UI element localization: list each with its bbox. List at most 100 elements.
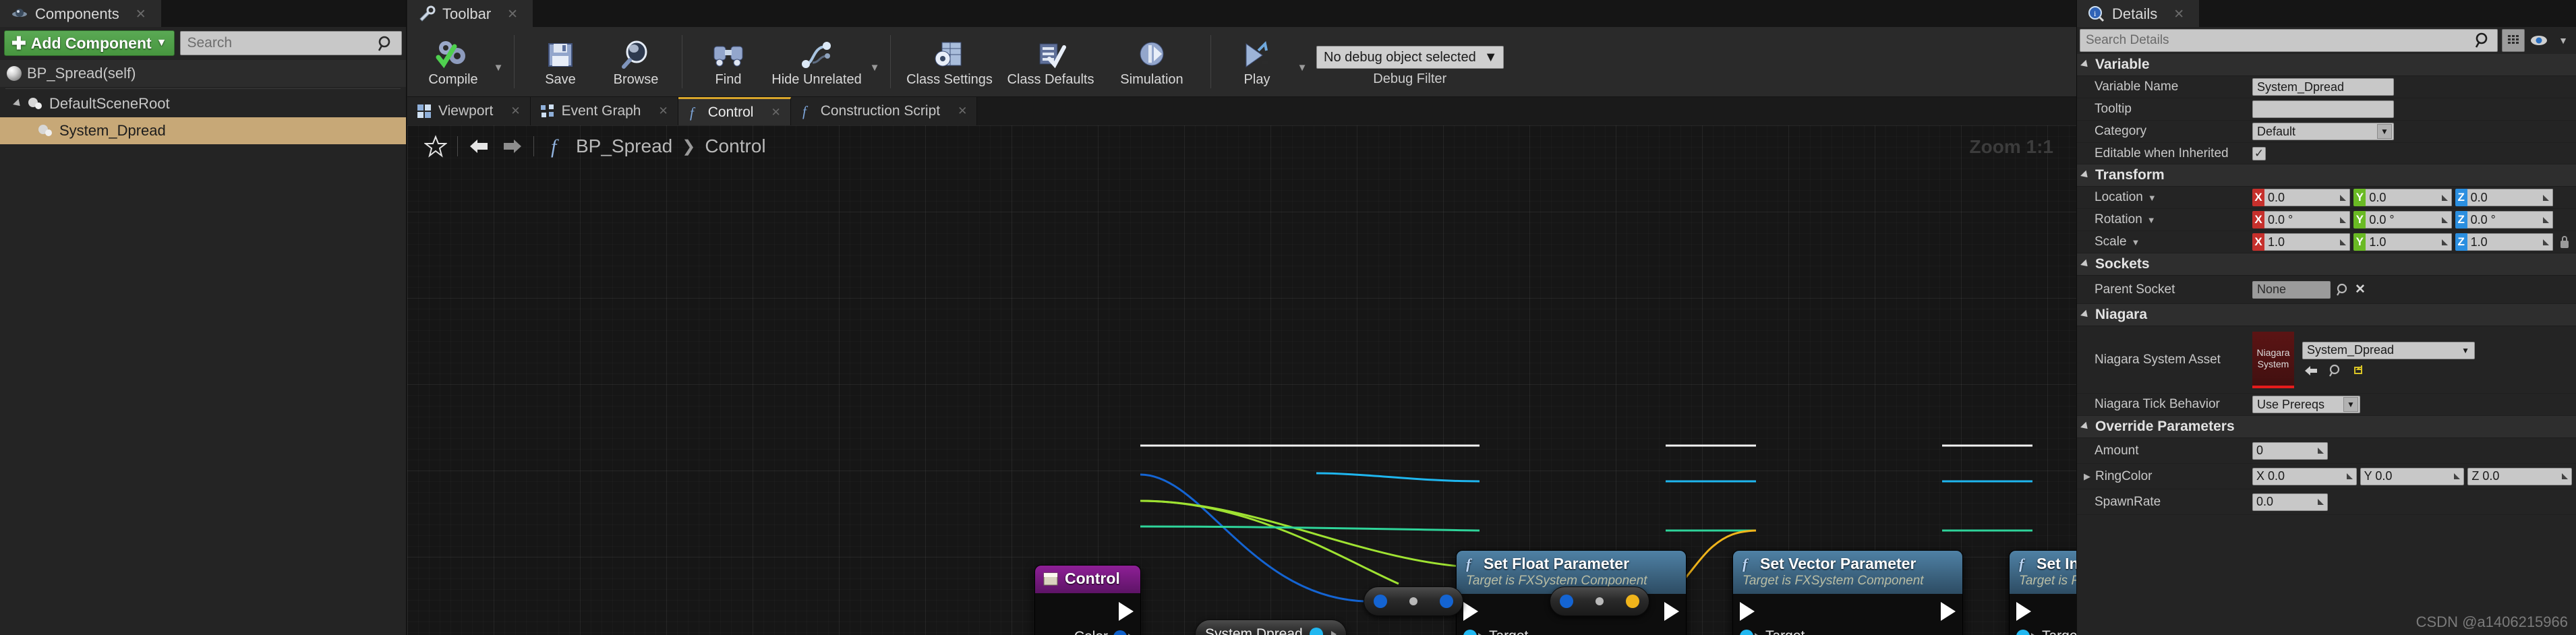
node-conversion-collapsed-2[interactable]: [1550, 586, 1649, 616]
components-search-input[interactable]: Search: [179, 31, 402, 55]
tab-construction-script[interactable]: f Construction Script ✕: [790, 97, 978, 125]
scale-x-input[interactable]: 1.0: [2264, 233, 2351, 251]
save-button[interactable]: Save: [523, 27, 598, 96]
ringcolor-x-input[interactable]: X 0.0: [2252, 467, 2357, 485]
close-icon[interactable]: ✕: [2173, 7, 2184, 22]
chevron-down-icon[interactable]: ▼: [2147, 215, 2156, 225]
tab-control[interactable]: f Control ✕: [678, 97, 791, 125]
close-icon[interactable]: ✕: [658, 104, 668, 118]
simulation-button[interactable]: Simulation: [1101, 27, 1202, 96]
close-icon[interactable]: ✕: [136, 7, 146, 22]
tab-toolbar[interactable]: Toolbar ✕: [407, 0, 533, 27]
breadcrumb-leaf[interactable]: Control: [705, 135, 765, 157]
niagara-asset-select[interactable]: System_Dpread ▼: [2302, 341, 2475, 359]
close-icon[interactable]: ✕: [510, 104, 520, 118]
tab-viewport[interactable]: Viewport ✕: [407, 97, 531, 125]
location-z-input[interactable]: 0.0: [2467, 189, 2553, 206]
niagara-asset-thumbnail[interactable]: Niagara System: [2252, 331, 2294, 388]
scale-z-input[interactable]: 1.0: [2467, 233, 2553, 251]
editable-when-inherited-checkbox[interactable]: ✓: [2252, 146, 2266, 160]
rotation-y-input[interactable]: 0.0 °: [2366, 211, 2452, 229]
chevron-down-icon[interactable]: ▼: [2148, 193, 2157, 203]
node-conversion-collapsed-1[interactable]: [1364, 586, 1463, 616]
details-settings-dropdown-icon[interactable]: ▼: [2553, 29, 2573, 52]
close-icon[interactable]: ✕: [507, 7, 518, 22]
class-defaults-button[interactable]: Class Defaults: [1000, 27, 1101, 96]
exec-out-pin-icon[interactable]: [1941, 602, 1956, 621]
tooltip-input[interactable]: [2252, 100, 2394, 118]
spawnrate-input[interactable]: 0.0: [2252, 493, 2328, 511]
add-component-button[interactable]: ✚ Add Component ▼: [4, 30, 175, 56]
pin-target-in[interactable]: Target: [1733, 625, 1962, 635]
back-button[interactable]: [463, 131, 496, 161]
browse-button[interactable]: Browse: [598, 27, 674, 96]
rotation-x-input[interactable]: 0.0 °: [2264, 211, 2351, 229]
section-sockets-header[interactable]: Sockets: [2077, 253, 2576, 276]
location-x-input[interactable]: 0.0: [2264, 189, 2351, 206]
close-icon[interactable]: ✕: [958, 104, 967, 118]
amount-input[interactable]: 0: [2252, 442, 2328, 460]
compile-dropdown-icon[interactable]: ▼: [491, 27, 506, 96]
reset-to-default-icon[interactable]: [2352, 364, 2366, 377]
pin-exec-out[interactable]: [1035, 597, 1140, 626]
tree-item-bp-spread-self[interactable]: BP_Spread(self): [0, 60, 406, 87]
hide-unrelated-dropdown-icon[interactable]: ▼: [867, 27, 882, 96]
compile-button[interactable]: Compile: [415, 27, 491, 96]
debug-object-select[interactable]: No debug object selected ▼: [1316, 46, 1504, 69]
tab-components[interactable]: Components ✕: [0, 0, 161, 27]
node-control[interactable]: Control Color Breath Rate: [1034, 565, 1141, 635]
class-settings-button[interactable]: Class Settings: [899, 27, 1000, 96]
exec-row[interactable]: [1733, 598, 1962, 625]
exec-in-pin-icon[interactable]: [1740, 602, 1755, 621]
details-visibility-button[interactable]: [2529, 29, 2549, 52]
tree-item-defaultsceneroot[interactable]: DefaultSceneRoot: [0, 90, 406, 117]
pin-color-out[interactable]: Color: [1035, 626, 1140, 635]
details-grid-view-button[interactable]: [2502, 29, 2525, 52]
breadcrumb-root[interactable]: BP_Spread: [576, 135, 672, 157]
expander-triangle-icon[interactable]: ▶: [2084, 471, 2090, 482]
find-button[interactable]: Find: [691, 27, 766, 96]
ringcolor-z-input[interactable]: Z 0.0: [2467, 467, 2573, 485]
section-transform-header[interactable]: Transform: [2077, 164, 2576, 187]
node-set-vector-parameter[interactable]: f Set Vector Parameter Target is FXSyste…: [1732, 550, 1963, 635]
node-icon: [1043, 572, 1058, 586]
exec-in-pin-icon[interactable]: [1463, 602, 1478, 621]
section-variable-header[interactable]: Variable: [2077, 54, 2576, 76]
ringcolor-y-input[interactable]: Y 0.0: [2360, 467, 2465, 485]
category-select[interactable]: Default ▼: [2252, 123, 2394, 140]
socket-search-icon[interactable]: [2335, 282, 2351, 298]
tab-event-graph[interactable]: Event Graph ✕: [530, 97, 678, 125]
socket-clear-icon[interactable]: ✕: [2355, 282, 2366, 297]
location-y-input[interactable]: 0.0: [2366, 189, 2452, 206]
section-override-parameters-header[interactable]: Override Parameters: [2077, 416, 2576, 438]
niagara-tick-behavior-select[interactable]: Use Prereqs ▼: [2252, 396, 2360, 413]
section-niagara-header[interactable]: Niagara: [2077, 304, 2576, 326]
exec-row[interactable]: [2010, 598, 2076, 625]
pin-target-in[interactable]: Target: [2010, 625, 2076, 635]
blueprint-graph-canvas[interactable]: f BP_Spread ❯ Control Zoom 1:1 Control S…: [407, 125, 2076, 635]
play-button[interactable]: Play: [1219, 27, 1295, 96]
row-scale: Scale ▼ X 1.0 Y 1.0 Z 1.0: [2077, 231, 2576, 253]
node-set-int-parameter[interactable]: f Set Int Parameter Target is FXSystem C…: [2009, 550, 2076, 635]
variable-name-input[interactable]: System_Dpread: [2252, 78, 2394, 96]
node-system-dpread-variable[interactable]: System Dpread: [1195, 619, 1347, 635]
browse-asset-icon[interactable]: [2328, 363, 2343, 378]
play-dropdown-icon[interactable]: ▼: [1295, 27, 1310, 96]
pin-target-in[interactable]: Target: [1457, 625, 1686, 635]
close-icon[interactable]: ✕: [771, 106, 780, 119]
expander-triangle-icon[interactable]: [13, 98, 23, 109]
details-search-input[interactable]: Search Details: [2080, 29, 2498, 52]
forward-button[interactable]: [496, 131, 528, 161]
exec-out-pin-icon[interactable]: [1664, 602, 1679, 621]
tree-item-system-dpread[interactable]: System_Dpread: [0, 117, 406, 144]
exec-in-pin-icon[interactable]: [2016, 602, 2031, 621]
parent-socket-input[interactable]: None: [2252, 280, 2331, 299]
scale-y-input[interactable]: 1.0: [2366, 233, 2452, 251]
rotation-z-input[interactable]: 0.0 °: [2467, 211, 2553, 229]
favorite-star-button[interactable]: [419, 131, 452, 161]
tab-details[interactable]: i Details ✕: [2077, 0, 2200, 27]
chevron-down-icon[interactable]: ▼: [2132, 237, 2140, 247]
use-selected-asset-icon[interactable]: [2304, 364, 2318, 377]
hide-unrelated-button[interactable]: Hide Unrelated: [766, 27, 867, 96]
scale-lock-icon[interactable]: [2557, 234, 2572, 250]
